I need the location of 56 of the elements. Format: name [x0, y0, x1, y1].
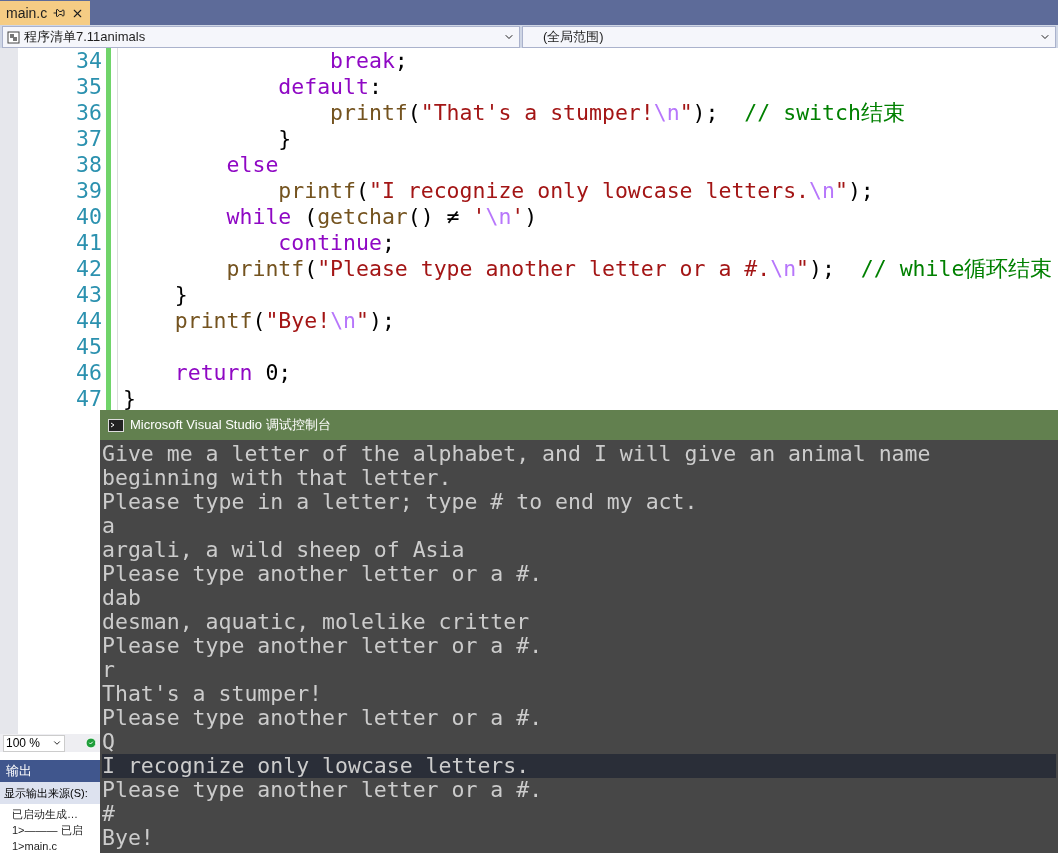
console-line: That's a stumper! — [102, 682, 324, 706]
output-source-label: 显示输出来源(S): — [4, 786, 88, 801]
code-line: default: — [277, 74, 383, 100]
code-line: else — [225, 152, 280, 178]
console-line: a — [102, 514, 116, 538]
scope-dropdown[interactable]: (全局范围) — [522, 26, 1056, 48]
code-line: } — [277, 126, 293, 152]
project-dropdown[interactable]: 程序清单7.11animals — [2, 26, 520, 48]
line-number: 41 — [75, 230, 102, 256]
console-line: Please type another letter or a #. — [102, 706, 544, 730]
console-line: desman, aquatic, molelike critter — [102, 610, 531, 634]
line-number: 45 — [75, 334, 102, 360]
code-line: return 0; — [173, 360, 293, 386]
line-number: 37 — [75, 126, 102, 152]
line-number: 46 — [75, 360, 102, 386]
console-line: Give me a letter of the alphabet, and I will give an animal name — [102, 442, 932, 466]
line-number: 44 — [75, 308, 102, 334]
code-line: printf("That's a stumper!\n"); // switch结束 — [329, 100, 906, 126]
code-line: printf("Bye!\n"); — [173, 308, 396, 334]
code-line: break; — [329, 48, 409, 74]
line-number: 36 — [75, 100, 102, 126]
zoom-dropdown[interactable]: 100 % — [3, 734, 65, 752]
pin-icon[interactable] — [53, 7, 66, 19]
line-number: 39 — [75, 178, 102, 204]
line-number: 35 — [75, 74, 102, 100]
code-line: continue; — [277, 230, 396, 256]
console-line: # — [102, 802, 116, 826]
output-line: 已启动生成… — [12, 807, 78, 822]
caret-icon — [52, 738, 62, 748]
console-icon — [108, 418, 124, 432]
console-title: Microsoft Visual Studio 调试控制台 — [130, 416, 331, 434]
code-line: printf("Please type another letter or a #.\n"); // while循环结束 — [225, 256, 1054, 282]
file-tab[interactable]: main.c — [0, 1, 91, 25]
console-line: argali, a wild sheep of Asia — [102, 538, 466, 562]
line-number: 40 — [75, 204, 102, 230]
console-line: r — [102, 658, 116, 682]
check-icon — [85, 737, 97, 749]
line-number: 47 — [75, 386, 102, 412]
console-line: Please type in a letter; type # to end my act. — [102, 490, 699, 514]
line-number: 38 — [75, 152, 102, 178]
output-line: 1>——— 已启 — [12, 823, 83, 838]
line-number: 34 — [75, 48, 102, 74]
console-line: Please type another letter or a #. — [102, 562, 544, 586]
console-line: Q — [102, 730, 116, 754]
class-icon — [7, 30, 20, 44]
code-line: while (getchar() ≠ '\n') — [225, 204, 539, 230]
console-line: Bye! — [102, 826, 155, 850]
line-number: 42 — [75, 256, 102, 282]
console-line: dab — [102, 586, 142, 610]
output-line: 1>main.c — [12, 839, 57, 853]
line-number: 43 — [75, 282, 102, 308]
console-line: beginning with that letter. — [102, 466, 453, 490]
code-line: printf("I recognize only lowcase letters.\n"); — [277, 178, 875, 204]
code-line: } — [123, 386, 137, 412]
code-line: } — [173, 282, 189, 308]
console-line: Please type another letter or a #. — [102, 634, 544, 658]
